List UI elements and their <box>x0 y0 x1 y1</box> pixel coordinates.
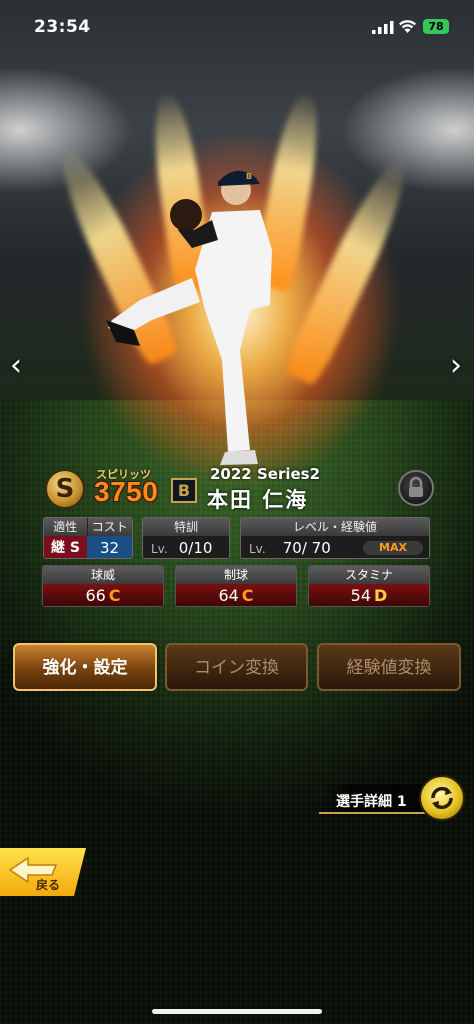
rating-label: 制球 <box>176 566 296 584</box>
rating-value-row: 54 D <box>309 584 429 606</box>
aptitude-label: 適性 <box>44 518 88 536</box>
status-bar: 23:54 78 <box>0 0 474 56</box>
rating-label: 球威 <box>43 566 163 584</box>
spirit-value: 3750 <box>94 476 159 507</box>
battery-indicator: 78 <box>423 19 449 34</box>
rating-value: 54 <box>350 586 372 605</box>
training-label: 特訓 <box>143 518 229 536</box>
detail-switch-button[interactable] <box>419 775 465 821</box>
player-detail-label[interactable]: 選手詳細 1 <box>336 791 407 811</box>
prev-card-arrow[interactable]: ‹ <box>6 348 26 384</box>
aptitude-position: 継 <box>51 540 66 556</box>
aptitude-rank: S <box>69 540 80 556</box>
level-lv-label: Lv. <box>249 542 266 556</box>
cost-label: コスト <box>87 518 132 536</box>
level-label: レベル・経験値 <box>241 518 429 536</box>
status-time: 23:54 <box>34 17 91 37</box>
rating-control: 制球 64 C <box>175 565 297 607</box>
aptitude-cost-box: 適性 コスト 継 S 32 <box>43 517 133 559</box>
level-box: レベル・経験値 Lv. 70/ 70 MAX <box>240 517 430 559</box>
next-card-arrow[interactable]: › <box>446 348 466 384</box>
rating-grade: C <box>108 586 121 605</box>
training-lv-label: Lv. <box>151 542 168 556</box>
enhance-settings-button[interactable]: 強化・設定 <box>13 643 157 691</box>
exp-convert-button[interactable]: 経験値変換 <box>317 643 461 691</box>
cost-value: 32 <box>87 536 132 558</box>
series-label: 2022 Series2 <box>210 465 321 483</box>
rating-label: スタミナ <box>309 566 429 584</box>
rating-value: 64 <box>218 586 239 605</box>
lock-icon <box>409 476 423 497</box>
level-max-badge: MAX <box>363 541 423 555</box>
home-indicator <box>152 1009 322 1014</box>
swap-arrows-icon <box>431 786 453 810</box>
svg-text:B: B <box>246 172 252 181</box>
rating-value-row: 66 C <box>43 584 163 606</box>
training-value: 0/10 <box>178 539 213 557</box>
rating-velocity: 球威 66 C <box>42 565 164 607</box>
training-box: 特訓 Lv. 0/10 <box>142 517 230 559</box>
player-image: B <box>106 170 272 465</box>
back-label[interactable]: 戻る <box>36 876 60 893</box>
rarity-coin-icon: S <box>45 469 85 509</box>
level-value: 70/ 70 <box>282 539 331 557</box>
rating-value-row: 64 C <box>176 584 296 606</box>
aptitude-value: 継 S <box>44 536 88 558</box>
cellular-signal-icon <box>372 21 394 34</box>
rating-grade: D <box>374 586 388 605</box>
rating-grade: C <box>241 586 254 605</box>
lock-button[interactable] <box>398 470 434 506</box>
team-logo-icon: B <box>171 478 197 503</box>
rating-value: 66 <box>85 586 106 605</box>
coin-convert-button[interactable]: コイン変換 <box>165 643 308 691</box>
rating-stamina: スタミナ 54 D <box>308 565 430 607</box>
wifi-icon <box>399 20 416 33</box>
player-name: 本田 仁海 <box>207 488 309 512</box>
